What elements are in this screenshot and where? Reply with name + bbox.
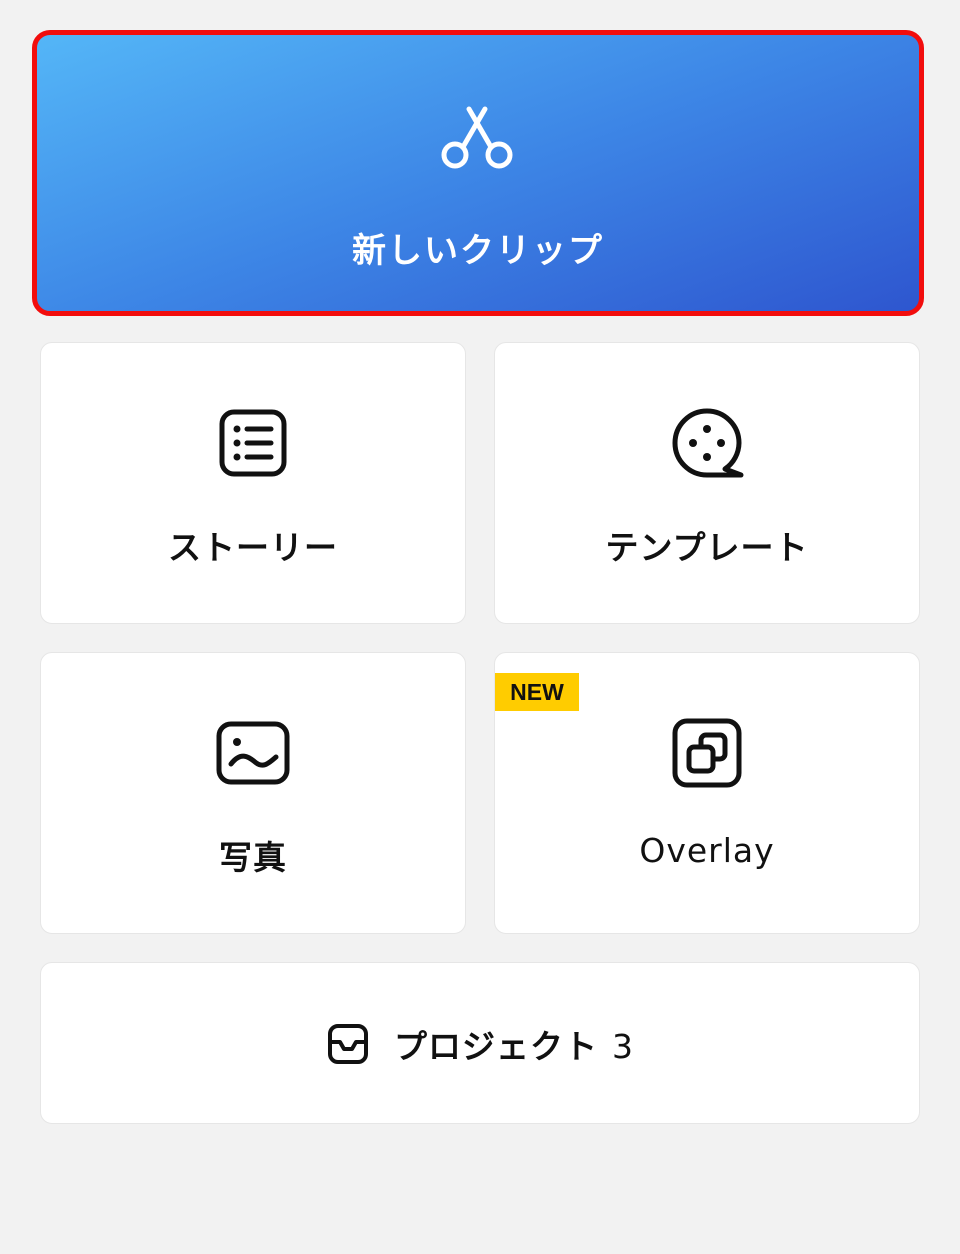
story-label: ストーリー (168, 528, 338, 567)
overlay-icon (672, 718, 742, 788)
projects-label: プロジェクト (394, 1027, 598, 1066)
inbox-icon (328, 1024, 368, 1064)
story-tile[interactable]: ストーリー (40, 342, 466, 624)
template-label: テンプレート (605, 528, 809, 567)
overlay-label: Overlay (639, 831, 775, 870)
photo-icon (216, 721, 290, 785)
list-icon (219, 409, 287, 477)
scissors-icon (441, 106, 513, 169)
new-badge: NEW (495, 673, 579, 711)
new-clip-label: 新しいクリップ (352, 231, 604, 271)
film-reel-icon (672, 408, 744, 478)
overlay-tile[interactable]: NEW Overlay (494, 652, 920, 934)
new-clip-button[interactable]: 新しいクリップ (32, 30, 924, 316)
projects-count: 3 (612, 1027, 634, 1066)
photo-label: 写真 (219, 838, 287, 877)
template-tile[interactable]: テンプレート (494, 342, 920, 624)
photo-tile[interactable]: 写真 (40, 652, 466, 934)
projects-button[interactable]: プロジェクト 3 (40, 962, 920, 1124)
